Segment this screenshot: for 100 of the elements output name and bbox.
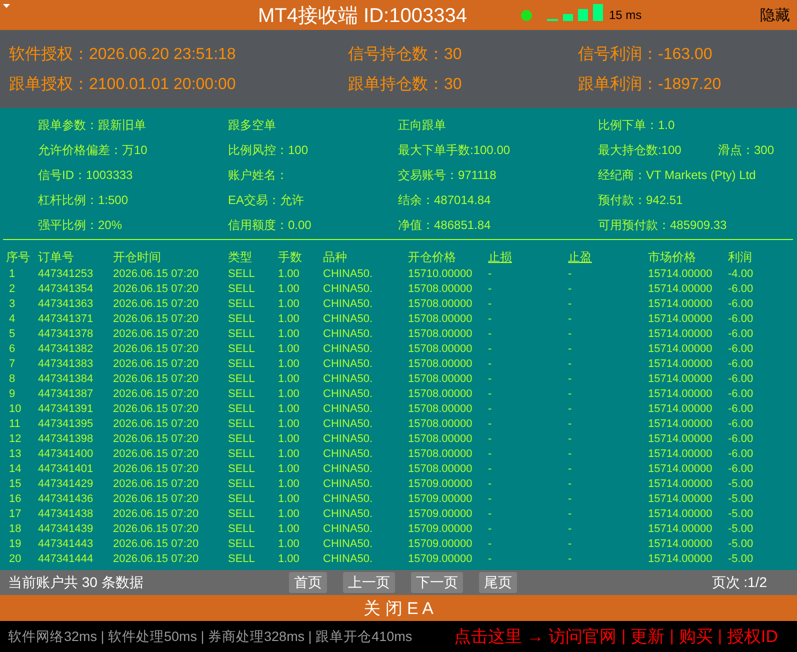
table-cell: 19 xyxy=(9,538,22,550)
table-cell: 1.00 xyxy=(278,373,300,385)
parameter-text: 账户姓名： xyxy=(228,168,288,182)
table-cell: 447341391 xyxy=(38,403,94,415)
close-ea-button[interactable]: 关 闭 E A xyxy=(0,595,797,621)
column-header: 手数 xyxy=(278,250,302,264)
table-cell: -6.00 xyxy=(728,343,754,355)
table-cell: SELL xyxy=(228,418,255,430)
table-cell: CHINA50. xyxy=(323,523,373,535)
table-cell: 447341438 xyxy=(38,508,94,520)
table-cell: 2026.06.15 07:20 xyxy=(113,388,199,400)
table-cell: 15708.00000 xyxy=(408,388,472,400)
table-cell: 15714.00000 xyxy=(648,268,712,280)
table-cell: 15714.00000 xyxy=(648,538,712,550)
table-cell: 15714.00000 xyxy=(648,478,712,490)
table-cell: - xyxy=(488,283,492,295)
hide-button[interactable]: 隐藏 xyxy=(760,6,790,24)
column-header: 订单号 xyxy=(38,250,74,264)
status-link[interactable]: 授权ID xyxy=(726,625,779,648)
table-cell: - xyxy=(488,313,492,325)
page-button[interactable]: 尾页 xyxy=(479,572,517,593)
table-cell: - xyxy=(568,343,572,355)
table-cell: 15709.00000 xyxy=(408,478,472,490)
column-header: 开仓价格 xyxy=(408,250,456,264)
table-cell: 15714.00000 xyxy=(648,523,712,535)
table-cell: 1.00 xyxy=(278,388,300,400)
table-cell: - xyxy=(488,538,492,550)
table-cell: 6 xyxy=(9,343,16,355)
table-cell: 447341384 xyxy=(38,373,94,385)
table-cell: 13 xyxy=(9,448,22,460)
table-cell: 4 xyxy=(9,313,16,325)
table-cell: 2026.06.15 07:20 xyxy=(113,283,199,295)
table-cell: 1.00 xyxy=(278,313,300,325)
table-cell: - xyxy=(488,418,492,430)
table-cell: CHINA50. xyxy=(323,553,373,565)
table-cell: - xyxy=(488,553,492,565)
table-cell: SELL xyxy=(228,478,255,490)
table-cell: 2026.06.15 07:20 xyxy=(113,343,199,355)
signal-strength-icon xyxy=(546,4,603,21)
table-cell: -6.00 xyxy=(728,298,754,310)
table-cell: 16 xyxy=(9,493,22,505)
status-link[interactable]: 购买 xyxy=(678,625,714,648)
table-cell: 20 xyxy=(9,553,22,565)
table-cell: 1.00 xyxy=(278,433,300,445)
page-number-text: 页次 :1/2 xyxy=(712,574,767,592)
record-count-text: 当前账户共 30 条数据 xyxy=(8,574,144,590)
page-button[interactable]: 上一页 xyxy=(343,572,395,593)
table-cell: 1.00 xyxy=(278,283,300,295)
table-cell: 1.00 xyxy=(278,343,300,355)
table-cell: SELL xyxy=(228,283,255,295)
page-button[interactable]: 下一页 xyxy=(411,572,463,593)
table-cell: 2026.06.15 07:20 xyxy=(113,313,199,325)
table-cell: 447341398 xyxy=(38,433,94,445)
parameter-text: 最大下单手数:100.00 xyxy=(398,142,510,156)
table-cell: -4.00 xyxy=(728,268,754,280)
table-cell: 1.00 xyxy=(278,418,300,430)
table-cell: 15714.00000 xyxy=(648,358,712,370)
table-cell: 15708.00000 xyxy=(408,448,472,460)
table-cell: - xyxy=(568,538,572,550)
column-header: 开仓时间 xyxy=(113,250,161,264)
page-button[interactable]: 首页 xyxy=(289,572,327,593)
column-header: 市场价格 xyxy=(648,250,696,264)
table-cell: CHINA50. xyxy=(323,358,373,370)
table-cell: 15708.00000 xyxy=(408,418,472,430)
info-text: 跟单利润：-1897.20 xyxy=(578,74,722,94)
table-cell: 2026.06.15 07:20 xyxy=(113,298,199,310)
parameter-text: 预付款：942.51 xyxy=(598,192,683,206)
table-cell: - xyxy=(488,433,492,445)
table-cell: 447341439 xyxy=(38,523,94,535)
table-cell: 447341253 xyxy=(38,268,94,280)
info-text: 跟单持仓数：30 xyxy=(348,74,462,94)
info-text: 软件授权：2026.06.20 23:51:18 xyxy=(9,44,236,64)
dropdown-caret-icon[interactable] xyxy=(3,4,10,8)
table-cell: 447341436 xyxy=(38,493,94,505)
table-cell: - xyxy=(568,508,572,520)
table-cell: 3 xyxy=(9,298,16,310)
table-cell: 1.00 xyxy=(278,463,300,475)
table-cell: 447341363 xyxy=(38,298,94,310)
parameter-text: 可用预付款：485909.33 xyxy=(598,218,727,232)
table-cell: 15709.00000 xyxy=(408,553,472,565)
table-cell: SELL xyxy=(228,493,255,505)
table-cell: 11 xyxy=(9,418,20,430)
table-cell: 15714.00000 xyxy=(648,448,712,460)
table-cell: 15708.00000 xyxy=(408,298,472,310)
table-cell: CHINA50. xyxy=(323,343,373,355)
table-cell: 15714.00000 xyxy=(648,328,712,340)
table-cell: - xyxy=(568,313,572,325)
table-cell: SELL xyxy=(228,373,255,385)
table-cell: -6.00 xyxy=(728,328,754,340)
parameter-text: 经纪商：VT Markets (Pty) Ltd xyxy=(598,168,756,182)
table-cell: SELL xyxy=(228,328,255,340)
table-cell: 2026.06.15 07:20 xyxy=(113,478,199,490)
table-cell: 447341378 xyxy=(38,328,94,340)
table-cell: 7 xyxy=(9,358,16,370)
parameter-text: 允许价格偏差：万10 xyxy=(38,142,148,156)
status-link[interactable]: 点击这里 → 访问官网 xyxy=(453,625,618,648)
table-cell: - xyxy=(488,373,492,385)
table-cell: - xyxy=(488,343,492,355)
table-cell: 15714.00000 xyxy=(648,508,712,520)
status-link[interactable]: 更新 xyxy=(630,625,666,648)
